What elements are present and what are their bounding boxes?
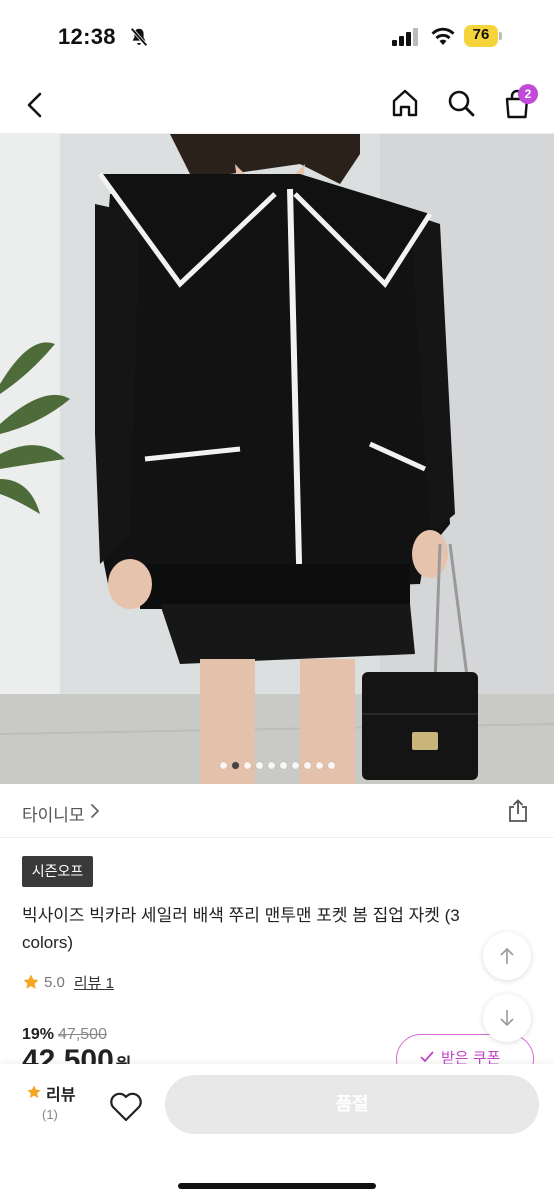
home-indicator [178,1183,376,1189]
review-tab[interactable]: 리뷰 (1) [26,1080,86,1130]
discount-row: 19% 47,500 [22,1024,107,1046]
product-photo [0,134,554,784]
brand-row: 타이니모 [0,784,554,838]
rating-row: 5.0 리뷰 1 [22,970,114,994]
carousel-dot[interactable] [219,762,227,769]
cart-count-badge: 2 [518,84,538,104]
chevron-right-icon[interactable] [88,803,102,819]
brand-name-link[interactable]: 타이니모 [22,801,85,826]
heart-icon[interactable] [108,1090,144,1124]
product-title: 빅사이즈 빅카라 세일러 배색 쭈리 맨투맨 포켓 봄 집업 자켓 (3 col… [22,906,460,952]
bottom-action-bar: 리뷰 (1) 품절 [0,1064,554,1200]
arrow-up-icon [500,947,514,964]
soldout-button[interactable]: 품절 [165,1075,539,1134]
original-price: 47,500 [58,1026,107,1043]
app-header [0,74,554,134]
review-tab-count: (1) [42,1107,58,1122]
star-icon [23,974,39,989]
arrow-down-icon [500,1010,514,1027]
share-icon[interactable] [506,799,530,823]
star-icon [27,1085,41,1099]
review-tab-label: 리뷰 [46,1087,76,1104]
rating-value: 5.0 [44,973,65,991]
wifi-icon [431,27,455,45]
home-icon[interactable] [390,88,420,118]
season-off-tag: 시즌오프 [22,856,93,887]
carousel-dot[interactable] [303,762,311,769]
carousel-dot-active[interactable] [231,762,239,769]
carousel-dot[interactable] [255,762,263,769]
search-icon[interactable] [446,88,476,118]
back-icon[interactable] [20,90,50,120]
product-image[interactable] [0,134,554,784]
signal-icon [392,28,418,46]
bell-slash-icon [130,27,148,47]
carousel-dot[interactable] [243,762,251,769]
review-count-link[interactable]: 리뷰 1 [74,972,114,993]
scroll-up-button[interactable] [483,932,531,980]
carousel-dot[interactable] [327,762,335,769]
carousel-dot[interactable] [315,762,323,769]
discount-rate: 19% [22,1026,55,1043]
carousel-dot[interactable] [291,762,299,769]
carousel-dot[interactable] [279,762,287,769]
status-time: 12:38 [58,24,116,49]
battery-icon: 76 [464,25,502,47]
battery-level: 76 [472,26,490,43]
scroll-down-button[interactable] [483,994,531,1042]
checkmark-icon [420,1051,434,1063]
carousel-dot[interactable] [267,762,275,769]
status-bar: 12:38 76 [0,0,554,74]
carousel-dots [0,762,554,772]
